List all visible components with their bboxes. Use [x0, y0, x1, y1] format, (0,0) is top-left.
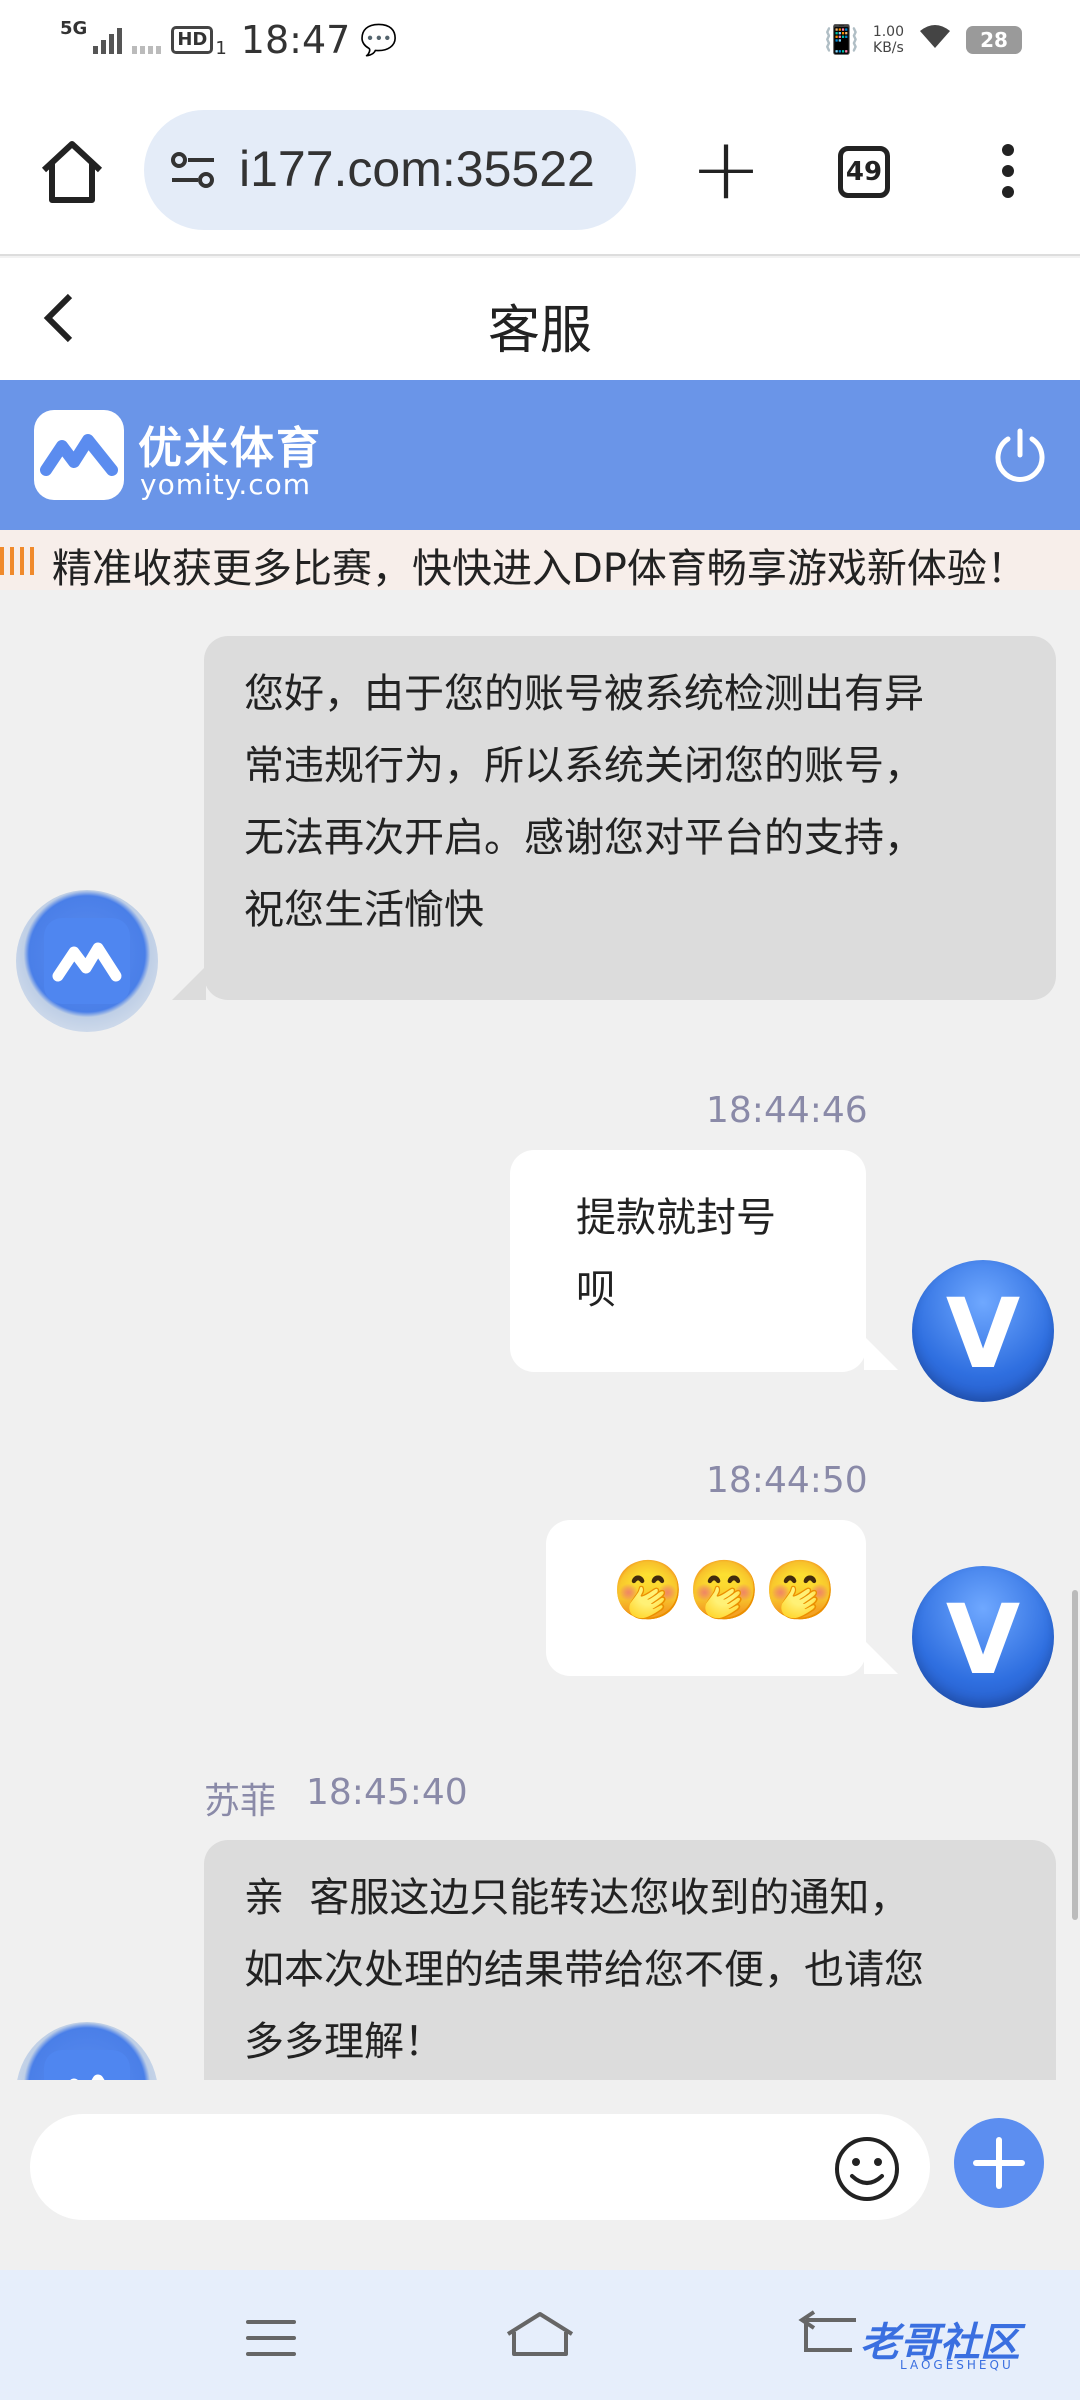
announcement-marquee: 精准收获更多比赛，快快进入DP体育畅享游戏新体验！	[0, 530, 1080, 590]
power-icon	[995, 428, 1045, 482]
message-line: 您好，由于您的账号被系统检测出有异	[244, 671, 924, 717]
message-line: 无法再次开启。感谢您对平台的支持，	[244, 815, 924, 861]
bubble-tail	[864, 1336, 898, 1370]
back-nav-button[interactable]	[796, 2310, 860, 2360]
user-avatar-letter: V	[945, 1584, 1021, 1696]
signal-icon	[93, 26, 123, 54]
clock: 18:47	[240, 18, 351, 62]
user-message: 提款就封号 呗	[510, 1150, 866, 1372]
brand-logo	[34, 410, 124, 500]
smile-icon	[835, 2137, 899, 2201]
status-bar: 5G HD 1 18:47 💬 📳 1.00 KB/s 28	[0, 0, 1080, 86]
agent-message: 您好，由于您的账号被系统检测出有异 常违规行为，所以系统关闭您的账号， 无法再次…	[204, 636, 1056, 1000]
add-circle-icon	[973, 2137, 1025, 2189]
battery-icon: 28	[966, 25, 1022, 54]
power-button[interactable]	[990, 425, 1050, 485]
brand-header: 优米体育 yomity.com	[0, 380, 1080, 530]
network-type: 5G	[60, 17, 88, 39]
message-line: 提款就封号	[576, 1195, 776, 1241]
bubble-tail	[172, 966, 206, 1000]
add-attachment-button[interactable]	[954, 2118, 1044, 2208]
hd-badge: HD	[171, 26, 214, 54]
net-speed-unit: KB/s	[873, 39, 904, 56]
sim-indicator: 1	[215, 37, 227, 59]
wechat-icon: 💬	[360, 22, 398, 58]
signal-icon-sim2	[132, 26, 162, 54]
chat-scrollbar[interactable]	[1072, 1590, 1078, 1920]
url-text: i177.com:35522	[239, 141, 595, 197]
agent-avatar[interactable]	[16, 890, 158, 1032]
home-nav-icon	[506, 2312, 574, 2356]
agent-message: 亲 客服这边只能转达您收到的通知， 如本次处理的结果带给您不便，也请您 多多理解…	[204, 1840, 1056, 2080]
page-title: 客服	[487, 301, 592, 361]
user-avatar[interactable]: V	[912, 1260, 1054, 1402]
message-timestamp: 18:44:46	[706, 1090, 868, 1131]
net-speed-value: 1.00	[872, 23, 904, 40]
message-input[interactable]	[30, 2114, 930, 2220]
announcement-text: 精准收获更多比赛，快快进入DP体育畅享游戏新体验！	[52, 546, 1027, 590]
message-line: 祝您生活愉快	[244, 887, 484, 933]
user-message: 🤭🤭🤭	[546, 1520, 866, 1676]
browser-toolbar: i177.com:35522 + 49	[0, 86, 1080, 256]
message-timestamp: 18:44:50	[706, 1460, 868, 1501]
wifi-icon	[918, 22, 952, 57]
tab-switcher-button[interactable]: 49	[838, 146, 890, 198]
user-avatar[interactable]: V	[912, 1566, 1054, 1708]
sender-name: 苏菲	[204, 1781, 277, 1822]
composer	[0, 2080, 1080, 2270]
site-settings-icon[interactable]	[170, 150, 216, 190]
brand-name: 优米体育	[138, 423, 322, 474]
message-timestamp: 18:45:40	[306, 1772, 468, 1813]
net-speed: 1.00 KB/s	[873, 24, 904, 56]
bubble-tail	[864, 1640, 898, 1674]
emoji-text: 🤭🤭🤭	[612, 1556, 841, 1624]
message-line: 亲 客服这边只能转达您收到的通知，	[244, 1875, 910, 1921]
speaker-icon	[0, 538, 52, 584]
message-line: 常违规行为，所以系统关闭您的账号，	[244, 743, 924, 789]
vibrate-icon: 📳	[823, 23, 859, 56]
agent-avatar[interactable]	[16, 2022, 158, 2080]
recents-button[interactable]	[246, 2320, 296, 2368]
chat-area[interactable]: 您好，由于您的账号被系统检测出有异 常违规行为，所以系统关闭您的账号， 无法再次…	[0, 590, 1080, 2080]
emoji-button[interactable]	[832, 2134, 902, 2204]
message-line: 呗	[576, 1267, 616, 1313]
back-nav-icon	[798, 2310, 856, 2352]
brand-url: yomity.com	[140, 468, 312, 501]
more-vert-icon[interactable]	[990, 144, 1026, 204]
address-bar[interactable]: i177.com:35522	[144, 110, 636, 230]
message-line: 多多理解！	[244, 2019, 444, 2065]
home-icon[interactable]	[36, 136, 108, 208]
page-header: 客服	[0, 258, 1080, 380]
new-tab-button[interactable]: +	[690, 126, 762, 212]
watermark-sub: LAOGESHEQU	[900, 2358, 1014, 2372]
message-line: 如本次处理的结果带给您不便，也请您	[244, 1947, 924, 1993]
home-nav-button[interactable]	[504, 2310, 576, 2360]
user-avatar-letter: V	[945, 1278, 1021, 1390]
